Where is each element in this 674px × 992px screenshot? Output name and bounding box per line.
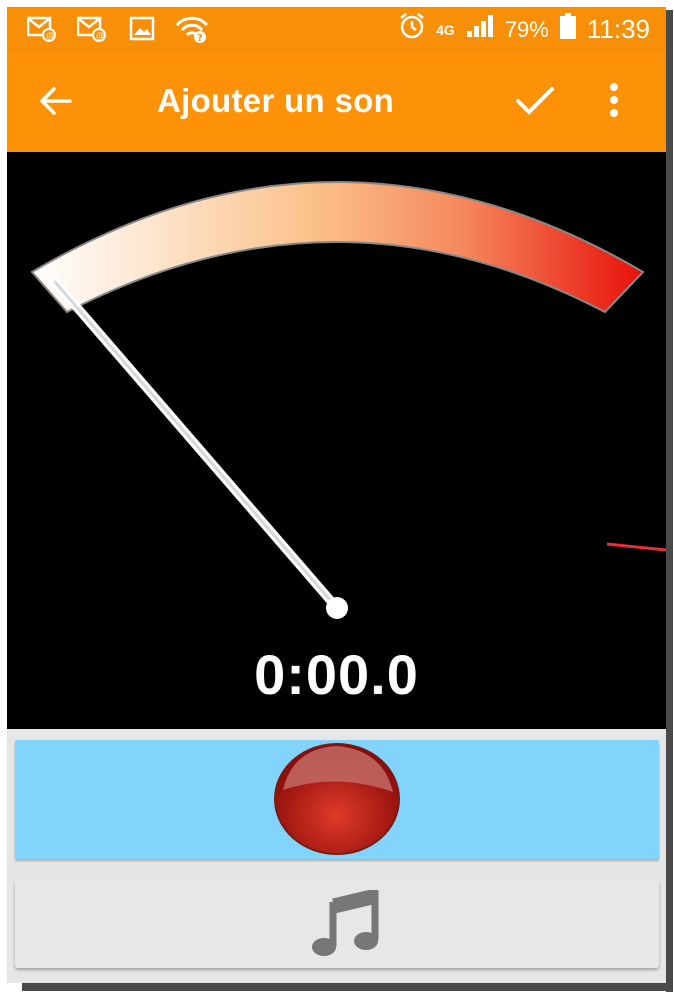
back-arrow-icon[interactable] (39, 84, 73, 123)
frame-shadow-bottom (22, 983, 673, 991)
sound-level-meter: 0:00.0 (7, 152, 666, 729)
svg-text:?: ? (197, 33, 203, 44)
app-bar: Ajouter un son (7, 52, 666, 152)
meter-needle-pivot (326, 597, 348, 619)
signal-icon (465, 13, 495, 46)
network-type: 4G (436, 21, 455, 38)
music-note-icon (311, 888, 381, 963)
record-icon (274, 743, 400, 855)
status-bar: @ @ ? 4G 79% 11:39 (7, 7, 666, 52)
more-vert-icon[interactable] (607, 82, 621, 123)
recording-timer: 0:00.0 (254, 643, 419, 706)
meter-scale-arc (30, 181, 645, 314)
battery-icon (559, 12, 577, 47)
clock: 11:39 (586, 14, 650, 44)
alarm-icon (398, 12, 426, 47)
status-right: 4G 79% 11:39 (398, 7, 650, 52)
frame-shadow-right (666, 10, 673, 992)
page-title: Ajouter un son (157, 82, 395, 119)
check-icon[interactable] (515, 85, 555, 122)
record-panel (15, 740, 659, 859)
music-library-button[interactable] (15, 880, 659, 968)
email-icon: @ (26, 16, 57, 47)
email-icon: @ (76, 16, 107, 47)
gallery-icon (129, 16, 157, 47)
svg-text:@: @ (96, 32, 105, 42)
svg-text:@: @ (46, 32, 55, 42)
phone-screen: @ @ ? 4G 79% 11:39 Ajouter un son 0:00.0 (7, 7, 666, 983)
wifi-icon: ? (175, 16, 209, 49)
battery-percent: 79% (504, 16, 549, 42)
record-button[interactable] (273, 742, 401, 856)
